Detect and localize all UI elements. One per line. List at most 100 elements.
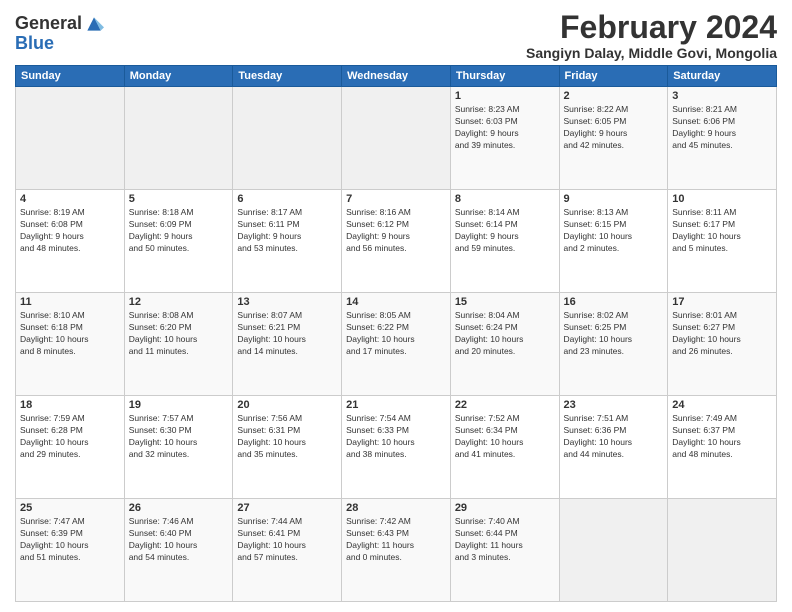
calendar-cell: 6 Sunrise: 8:17 AMSunset: 6:11 PMDaylight… — [233, 190, 342, 293]
calendar-cell: 3 Sunrise: 8:21 AMSunset: 6:06 PMDaylight… — [668, 87, 777, 190]
calendar-cell: 11 Sunrise: 8:10 AMSunset: 6:18 PMDayligh… — [16, 293, 125, 396]
day-number: 8 — [455, 193, 555, 205]
calendar-cell: 18 Sunrise: 7:59 AMSunset: 6:28 PMDayligh… — [16, 396, 125, 499]
day-number: 1 — [455, 90, 555, 102]
calendar-cell: 29 Sunrise: 7:40 AMSunset: 6:44 PMDayligh… — [450, 499, 559, 602]
day-info: Sunrise: 7:42 AMSunset: 6:43 PMDaylight:… — [346, 516, 446, 564]
logo-icon — [84, 14, 104, 34]
day-number: 14 — [346, 296, 446, 308]
calendar-cell — [16, 87, 125, 190]
calendar-cell: 8 Sunrise: 8:14 AMSunset: 6:14 PMDaylight… — [450, 190, 559, 293]
calendar-cell: 5Sunrise: 8:18 AMSunset: 6:09 PMDaylight… — [124, 190, 233, 293]
logo-text-general: General — [15, 14, 82, 34]
day-info: Sunrise: 8:17 AMSunset: 6:11 PMDaylight:… — [237, 207, 337, 255]
day-info: Sunrise: 8:11 AMSunset: 6:17 PMDaylight:… — [672, 207, 772, 255]
day-number: 19 — [129, 399, 229, 411]
calendar-cell: 28 Sunrise: 7:42 AMSunset: 6:43 PMDayligh… — [342, 499, 451, 602]
day-info: Sunrise: 8:10 AMSunset: 6:18 PMDaylight:… — [20, 310, 120, 358]
calendar-cell — [559, 499, 668, 602]
day-info: Sunrise: 8:19 AMSunset: 6:08 PMDaylight:… — [20, 207, 120, 255]
day-info: Sunrise: 8:22 AMSunset: 6:05 PMDaylight:… — [564, 104, 664, 152]
day-info: Sunrise: 7:44 AMSunset: 6:41 PMDaylight:… — [237, 516, 337, 564]
col-header-monday: Monday — [124, 66, 233, 87]
calendar-table: SundayMondayTuesdayWednesdayThursdayFrid… — [15, 65, 777, 602]
day-number: 21 — [346, 399, 446, 411]
col-header-friday: Friday — [559, 66, 668, 87]
calendar-cell: 1 Sunrise: 8:23 AMSunset: 6:03 PMDaylight… — [450, 87, 559, 190]
calendar-cell: 22 Sunrise: 7:52 AMSunset: 6:34 PMDayligh… — [450, 396, 559, 499]
calendar-cell: 10 Sunrise: 8:11 AMSunset: 6:17 PMDayligh… — [668, 190, 777, 293]
day-number: 24 — [672, 399, 772, 411]
day-info: Sunrise: 8:14 AMSunset: 6:14 PMDaylight:… — [455, 207, 555, 255]
day-info: Sunrise: 8:04 AMSunset: 6:24 PMDaylight:… — [455, 310, 555, 358]
day-info: Sunrise: 8:23 AMSunset: 6:03 PMDaylight:… — [455, 104, 555, 152]
calendar-cell: 26 Sunrise: 7:46 AMSunset: 6:40 PMDayligh… — [124, 499, 233, 602]
day-number: 3 — [672, 90, 772, 102]
calendar-cell: 13 Sunrise: 8:07 AMSunset: 6:21 PMDayligh… — [233, 293, 342, 396]
calendar-cell — [342, 87, 451, 190]
calendar-cell: 23Sunrise: 7:51 AMSunset: 6:36 PMDayligh… — [559, 396, 668, 499]
calendar-cell: 15 Sunrise: 8:04 AMSunset: 6:24 PMDayligh… — [450, 293, 559, 396]
day-number: 26 — [129, 502, 229, 514]
calendar-cell: 24Sunrise: 7:49 AMSunset: 6:37 PMDayligh… — [668, 396, 777, 499]
day-number: 15 — [455, 296, 555, 308]
day-number: 13 — [237, 296, 337, 308]
page: General Blue February 2024 Sangiyn Dalay… — [0, 0, 792, 612]
calendar-cell: 16Sunrise: 8:02 AMSunset: 6:25 PMDayligh… — [559, 293, 668, 396]
day-info: Sunrise: 7:57 AMSunset: 6:30 PMDaylight:… — [129, 413, 229, 461]
calendar-cell: 17Sunrise: 8:01 AMSunset: 6:27 PMDayligh… — [668, 293, 777, 396]
day-number: 27 — [237, 502, 337, 514]
day-info: Sunrise: 7:51 AMSunset: 6:36 PMDaylight:… — [564, 413, 664, 461]
month-title: February 2024 — [526, 10, 777, 45]
calendar-cell: 4 Sunrise: 8:19 AMSunset: 6:08 PMDaylight… — [16, 190, 125, 293]
calendar-week-4: 25Sunrise: 7:47 AMSunset: 6:39 PMDayligh… — [16, 499, 777, 602]
day-info: Sunrise: 7:54 AMSunset: 6:33 PMDaylight:… — [346, 413, 446, 461]
calendar-cell: 21 Sunrise: 7:54 AMSunset: 6:33 PMDayligh… — [342, 396, 451, 499]
day-number: 4 — [20, 193, 120, 205]
day-info: Sunrise: 8:21 AMSunset: 6:06 PMDaylight:… — [672, 104, 772, 152]
day-number: 11 — [20, 296, 120, 308]
day-info: Sunrise: 8:13 AMSunset: 6:15 PMDaylight:… — [564, 207, 664, 255]
col-header-wednesday: Wednesday — [342, 66, 451, 87]
day-number: 6 — [237, 193, 337, 205]
day-number: 22 — [455, 399, 555, 411]
col-header-sunday: Sunday — [16, 66, 125, 87]
calendar-cell — [668, 499, 777, 602]
calendar-cell: 20Sunrise: 7:56 AMSunset: 6:31 PMDayligh… — [233, 396, 342, 499]
calendar-cell: 19 Sunrise: 7:57 AMSunset: 6:30 PMDayligh… — [124, 396, 233, 499]
day-number: 10 — [672, 193, 772, 205]
calendar-cell: 27 Sunrise: 7:44 AMSunset: 6:41 PMDayligh… — [233, 499, 342, 602]
calendar-cell: 7 Sunrise: 8:16 AMSunset: 6:12 PMDaylight… — [342, 190, 451, 293]
day-number: 2 — [564, 90, 664, 102]
day-info: Sunrise: 8:07 AMSunset: 6:21 PMDaylight:… — [237, 310, 337, 358]
day-number: 29 — [455, 502, 555, 514]
calendar-cell: 25Sunrise: 7:47 AMSunset: 6:39 PMDayligh… — [16, 499, 125, 602]
day-number: 18 — [20, 399, 120, 411]
title-block: February 2024 Sangiyn Dalay, Middle Govi… — [526, 10, 777, 61]
calendar-header-row: SundayMondayTuesdayWednesdayThursdayFrid… — [16, 66, 777, 87]
day-number: 17 — [672, 296, 772, 308]
day-number: 7 — [346, 193, 446, 205]
col-header-thursday: Thursday — [450, 66, 559, 87]
calendar-cell: 12Sunrise: 8:08 AMSunset: 6:20 PMDayligh… — [124, 293, 233, 396]
day-info: Sunrise: 7:52 AMSunset: 6:34 PMDaylight:… — [455, 413, 555, 461]
day-number: 28 — [346, 502, 446, 514]
day-info: Sunrise: 7:46 AMSunset: 6:40 PMDaylight:… — [129, 516, 229, 564]
col-header-tuesday: Tuesday — [233, 66, 342, 87]
day-number: 9 — [564, 193, 664, 205]
calendar-cell: 2 Sunrise: 8:22 AMSunset: 6:05 PMDaylight… — [559, 87, 668, 190]
day-info: Sunrise: 8:16 AMSunset: 6:12 PMDaylight:… — [346, 207, 446, 255]
day-info: Sunrise: 7:40 AMSunset: 6:44 PMDaylight:… — [455, 516, 555, 564]
day-info: Sunrise: 8:08 AMSunset: 6:20 PMDaylight:… — [129, 310, 229, 358]
day-info: Sunrise: 7:47 AMSunset: 6:39 PMDaylight:… — [20, 516, 120, 564]
day-number: 16 — [564, 296, 664, 308]
day-number: 5 — [129, 193, 229, 205]
day-info: Sunrise: 7:56 AMSunset: 6:31 PMDaylight:… — [237, 413, 337, 461]
logo-text-blue: Blue — [15, 33, 54, 53]
calendar-week-2: 11 Sunrise: 8:10 AMSunset: 6:18 PMDayligh… — [16, 293, 777, 396]
calendar-cell: 9 Sunrise: 8:13 AMSunset: 6:15 PMDaylight… — [559, 190, 668, 293]
logo: General Blue — [15, 14, 104, 54]
header: General Blue February 2024 Sangiyn Dalay… — [15, 10, 777, 61]
calendar-week-0: 1 Sunrise: 8:23 AMSunset: 6:03 PMDaylight… — [16, 87, 777, 190]
day-info: Sunrise: 7:59 AMSunset: 6:28 PMDaylight:… — [20, 413, 120, 461]
